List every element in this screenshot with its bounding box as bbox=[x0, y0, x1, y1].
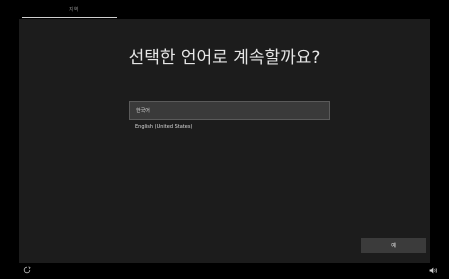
top-progress-bar: 지역 bbox=[0, 0, 449, 19]
bottom-bar bbox=[0, 263, 449, 279]
language-option-korean[interactable]: 한국어 bbox=[129, 101, 330, 120]
ease-of-access-icon[interactable] bbox=[23, 266, 31, 274]
step-label: 지역 bbox=[69, 7, 79, 13]
setup-panel: 선택한 언어로 계속할까요? 한국어 English (United State… bbox=[19, 19, 430, 263]
volume-icon[interactable] bbox=[429, 267, 438, 274]
language-option-english[interactable]: English (United States) bbox=[129, 121, 330, 133]
page-title: 선택한 언어로 계속할까요? bbox=[128, 48, 321, 68]
yes-button[interactable]: 예 bbox=[361, 238, 426, 253]
step-progress-indicator bbox=[22, 17, 117, 18]
language-list: 한국어 English (United States) bbox=[129, 101, 330, 133]
